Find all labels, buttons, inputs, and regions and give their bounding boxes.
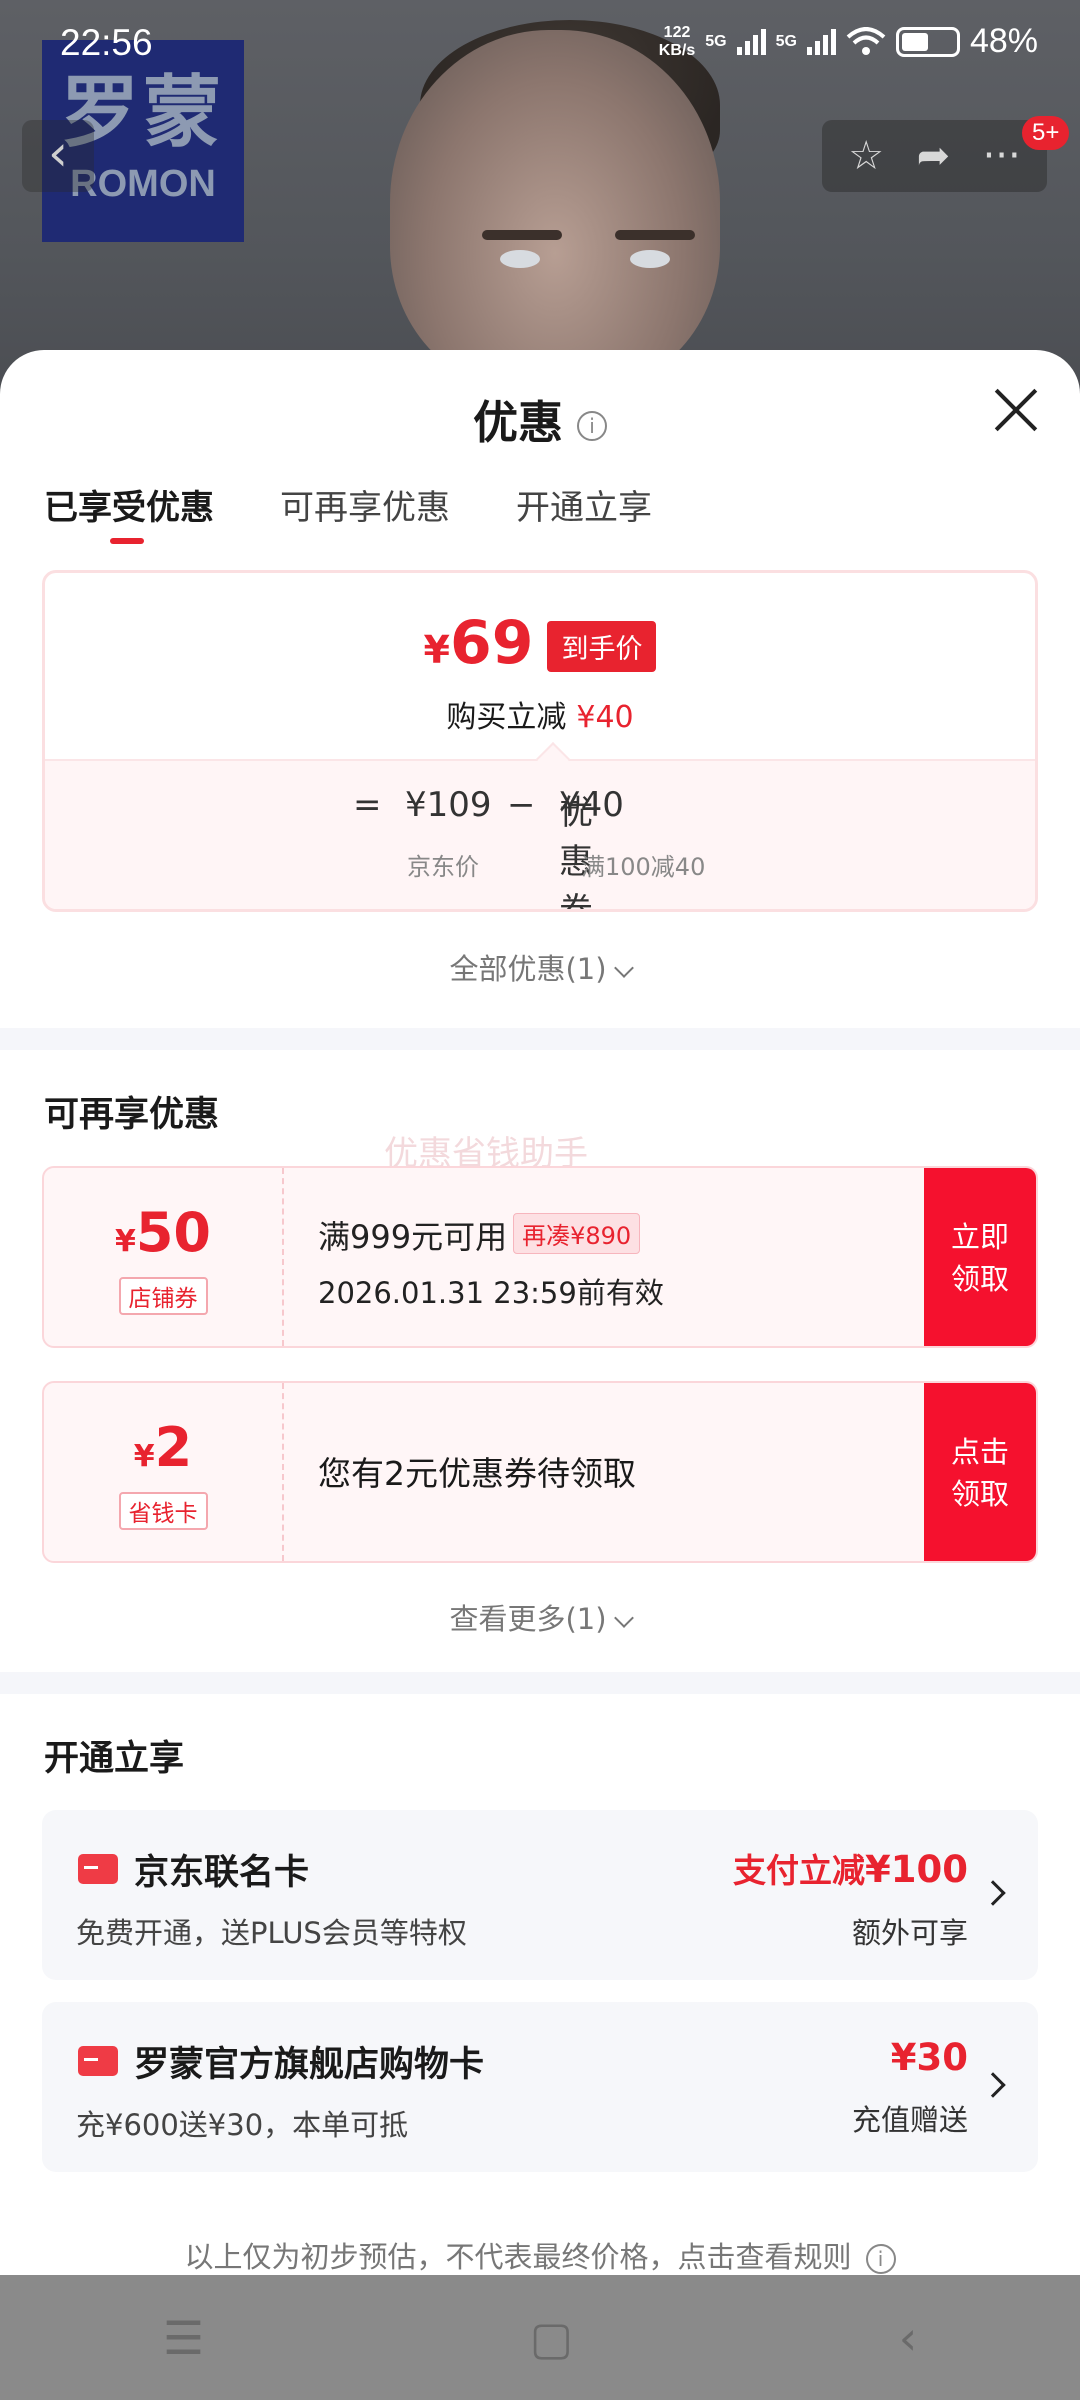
offer-benefit-note: 充值赠送 (851, 2103, 968, 2137)
coupon-gap-badge: 再凑¥890 (513, 1213, 641, 1254)
info-icon[interactable]: i (865, 2244, 896, 2274)
coupon-description: 您有2元优惠券待领取 (318, 1454, 636, 1493)
tab-open-enjoy[interactable]: 开通立享 (516, 480, 652, 529)
message-badge: 5+ (1022, 116, 1070, 150)
status-bar: 22:56 122 KB/s 5G 5G 48% (0, 0, 1080, 90)
credit-card-icon (78, 2046, 118, 2076)
claim-coupon-button[interactable]: 立即 领取 (924, 1168, 1036, 1346)
tab-more-available[interactable]: 可再享优惠 (280, 480, 450, 529)
coupon-amount: ¥50 (114, 1201, 212, 1264)
section-title-open: 开通立享 (44, 1739, 185, 1779)
model-eye (630, 250, 670, 268)
signal-label: 5G (705, 32, 727, 50)
signal-icon (736, 28, 766, 55)
chevron-left-icon[interactable]: ‹ (22, 120, 94, 192)
see-more-toggle[interactable]: 查看更多(1) (0, 1596, 1080, 1638)
offer-description: 免费开通，送PLUS会员等特权 (76, 1916, 467, 1950)
battery-icon (895, 26, 960, 57)
final-price-tag: 到手价 (547, 621, 657, 672)
model-eye (500, 250, 540, 268)
coupon-condition: 满999元可用 (318, 1218, 508, 1256)
chevron-down-icon (613, 1608, 634, 1628)
star-icon[interactable]: ☆ (848, 133, 884, 179)
info-icon[interactable]: i (577, 411, 607, 441)
jd-price: ¥109 (405, 785, 492, 825)
reduce-summary: 购买立减 ¥40 (446, 700, 634, 735)
section-title-more: 可再享优惠 (44, 1095, 220, 1135)
network-speed: 122 KB/s (658, 23, 696, 59)
final-price-box: ¥69 到手价 购买立减 ¥40 = ¥109 − 优惠券 ¥40 京东价 满10… (42, 570, 1038, 912)
model-brow (615, 230, 695, 240)
top-actions: ☆ ➦ ··· (822, 120, 1047, 192)
offer-benefit-note: 额外可享 (851, 1916, 968, 1950)
chevron-down-icon (613, 958, 634, 978)
store-gift-card-offer[interactable]: 罗蒙官方旗舰店购物卡 充¥600送¥30，本单可抵 ¥30 充值赠送 (42, 2002, 1038, 2172)
wifi-icon (846, 26, 886, 55)
offer-benefit: 支付立减¥100 (733, 1848, 968, 1891)
promo-tabs: 已享受优惠 可再享优惠 开通立享 (44, 480, 652, 544)
final-price: ¥69 (423, 608, 534, 678)
sheet-title: 优惠 i (0, 386, 1080, 451)
jd-price-label: 京东价 (407, 853, 479, 881)
minus-sign: − (507, 785, 536, 825)
price-disclaimer[interactable]: 以上仅为初步预估，不代表最终价格，点击查看规则 i (0, 2234, 1080, 2275)
coupon-amount: ¥2 (133, 1416, 193, 1479)
tab-enjoyed[interactable]: 已享受优惠 (44, 480, 214, 544)
chevron-right-icon (980, 1880, 1006, 1906)
chevron-right-icon (980, 2072, 1006, 2098)
section-divider (0, 1028, 1080, 1050)
menu-icon[interactable]: ☰ (163, 2311, 204, 2365)
status-indicators: 122 KB/s 5G 5G 48% (659, 22, 1038, 61)
signal-label: 5G (775, 32, 797, 50)
coupon-rule: 满100减40 (581, 853, 706, 881)
price-breakdown: = ¥109 − 优惠券 ¥40 京东价 满100减40 (45, 742, 1035, 909)
close-icon[interactable] (992, 386, 1040, 434)
share-icon[interactable]: ➦ (917, 133, 951, 179)
offer-name: 罗蒙官方旗舰店购物卡 (134, 2045, 485, 2085)
all-promotions-toggle[interactable]: 全部优惠(1) (0, 946, 1080, 988)
coupon-kind: 店铺券 (118, 1277, 208, 1315)
model-brow (482, 230, 562, 240)
promotion-sheet: 优惠 i 已享受优惠 可再享优惠 开通立享 ¥69 到手价 购买立减 ¥40 = ¥… (0, 350, 1080, 2275)
section-divider (0, 1672, 1080, 1694)
claim-card-button[interactable]: 点击 领取 (924, 1383, 1036, 1561)
coupon-kind: 省钱卡 (118, 1492, 208, 1530)
offer-benefit: ¥30 (890, 2036, 968, 2079)
credit-card-icon (78, 1854, 118, 1884)
offer-name: 京东联名卡 (134, 1853, 310, 1893)
status-time: 22:56 (60, 22, 153, 63)
jd-cobrand-card-offer[interactable]: 京东联名卡 免费开通，送PLUS会员等特权 支付立减¥100 额外可享 (42, 1810, 1038, 1980)
coupon-expiry: 2026.01.31 23:59前有效 (318, 1276, 664, 1310)
coupon-card: ¥50 店铺券 满999元可用 再凑¥890 2026.01.31 23:59前有… (42, 1166, 1038, 1348)
back-icon[interactable]: ‹ (899, 2311, 917, 2365)
more-icon[interactable]: ··· (983, 133, 1021, 179)
coupon-card: ¥2 省钱卡 您有2元优惠券待领取 点击 领取 (42, 1381, 1038, 1563)
home-icon[interactable]: ▢ (530, 2311, 573, 2365)
offer-description: 充¥600送¥30，本单可抵 (76, 2108, 409, 2142)
equals-sign: = (353, 785, 382, 825)
system-navigation-bar: ☰ ▢ ‹ (0, 2275, 1080, 2400)
battery-level: 48% (969, 22, 1038, 60)
signal-icon (806, 28, 836, 55)
